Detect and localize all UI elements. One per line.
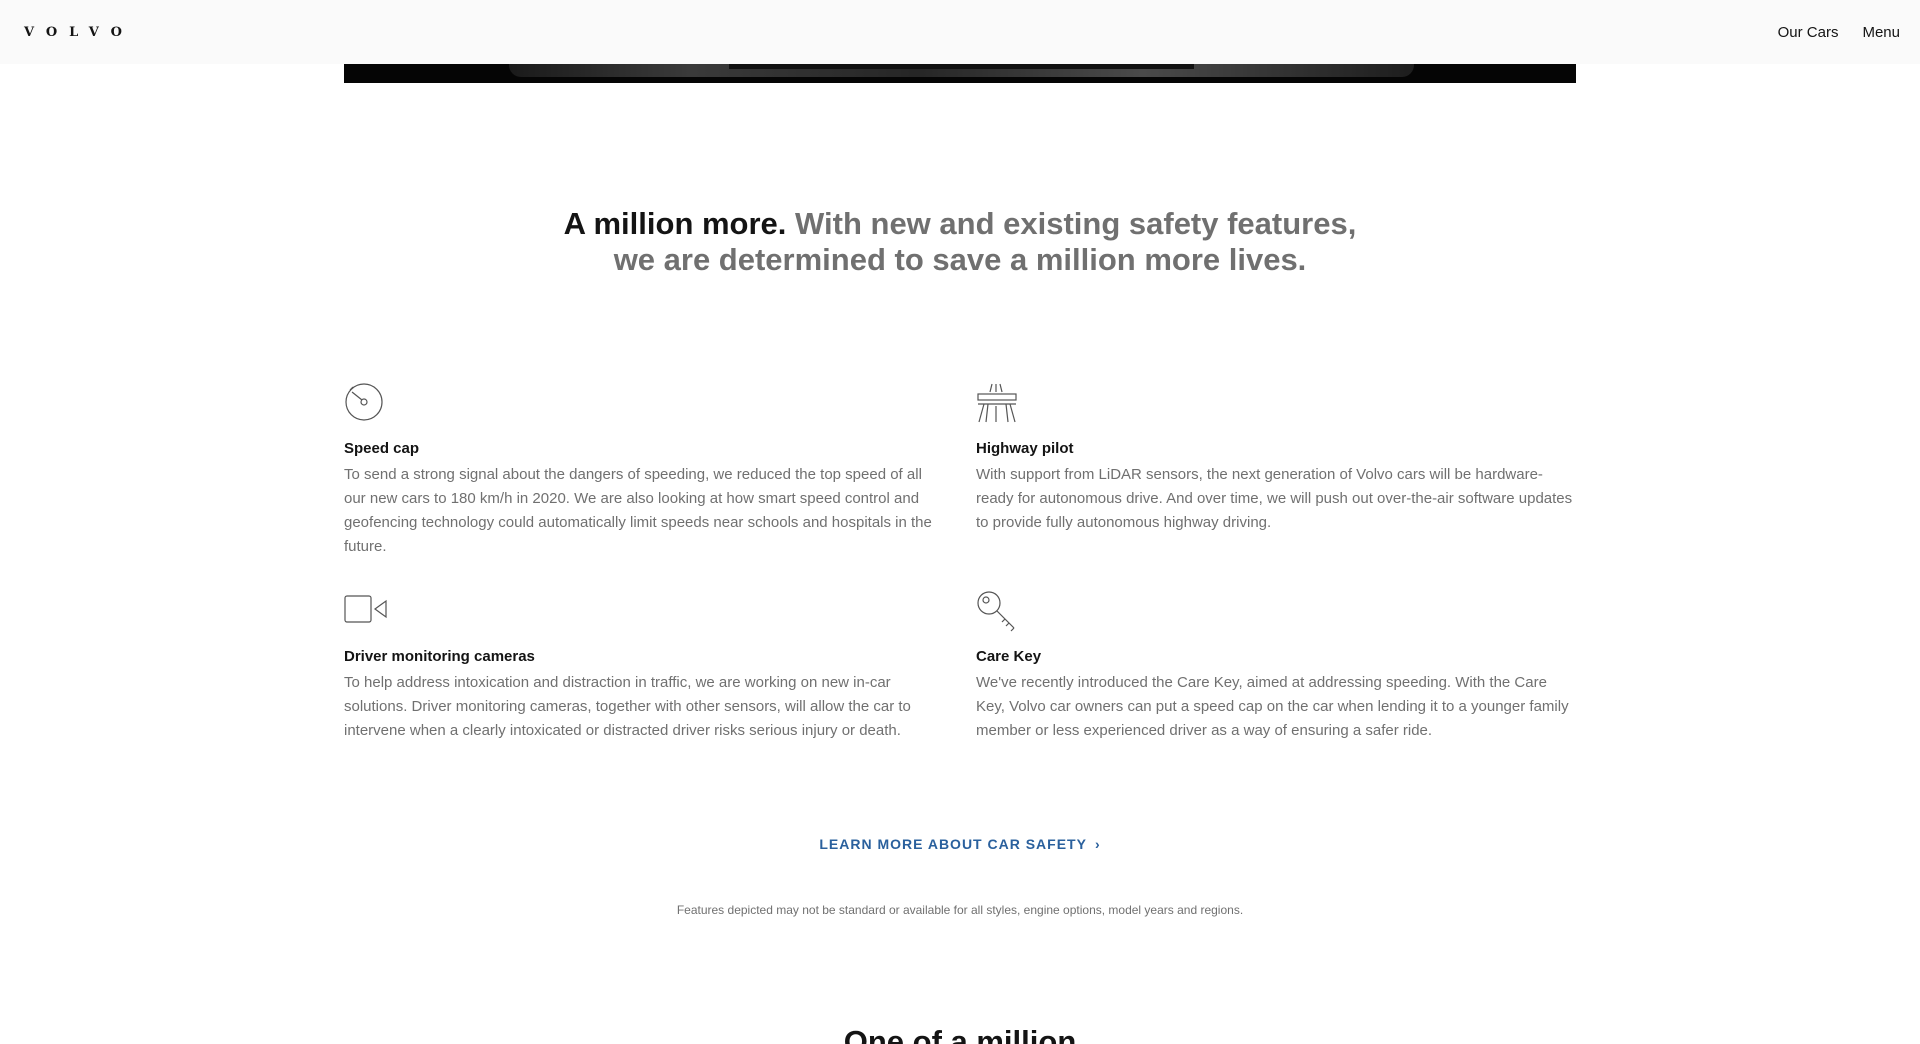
chevron-right-icon: › <box>1094 836 1101 852</box>
top-nav: Our Cars Menu <box>1778 24 1900 41</box>
learn-more-label: LEARN MORE ABOUT CAR SAFETY <box>819 836 1087 852</box>
headline-strong: A million more. <box>563 206 787 241</box>
feature-highway-pilot: Highway pilot With support from LiDAR se… <box>976 382 1576 535</box>
feature-body: We've recently introduced the Care Key, … <box>976 674 1569 739</box>
hero-image <box>344 64 1576 83</box>
learn-more-link[interactable]: LEARN MORE ABOUT CAR SAFETY › <box>819 836 1100 852</box>
feature-title: Driver monitoring cameras <box>344 648 535 665</box>
feature-driver-monitoring: Driver monitoring cameras To help addres… <box>344 590 944 743</box>
hero-image-car-detail <box>729 64 1194 69</box>
camera-icon <box>344 590 388 634</box>
next-section-title: One of a million <box>843 1024 1077 1044</box>
highway-icon <box>976 382 1020 426</box>
feature-title: Care Key <box>976 648 1042 665</box>
page: VOLVO Our Cars Menu A million more. With… <box>0 0 1920 1044</box>
key-icon <box>976 590 1020 634</box>
feature-title: Highway pilot <box>976 440 1074 457</box>
section-headline: A million more. With new and existing sa… <box>560 206 1360 278</box>
volvo-logo[interactable]: VOLVO <box>24 25 134 40</box>
feature-title: Speed cap <box>344 440 420 457</box>
feature-body: To help address intoxication and distrac… <box>344 674 911 739</box>
cta-container: LEARN MORE ABOUT CAR SAFETY › <box>0 836 1920 854</box>
site-header: VOLVO Our Cars Menu <box>0 0 1920 64</box>
feature-care-key: Care Key We've recently introduced the C… <box>976 590 1576 743</box>
nav-menu[interactable]: Menu <box>1862 24 1900 41</box>
speedometer-icon <box>344 382 388 426</box>
feature-speed-cap: Speed cap To send a strong signal about … <box>344 382 944 559</box>
disclaimer: Features depicted may not be standard or… <box>676 903 1244 917</box>
nav-our-cars[interactable]: Our Cars <box>1778 24 1839 41</box>
feature-body: With support from LiDAR sensors, the nex… <box>976 466 1573 531</box>
feature-body: To send a strong signal about the danger… <box>344 466 932 555</box>
